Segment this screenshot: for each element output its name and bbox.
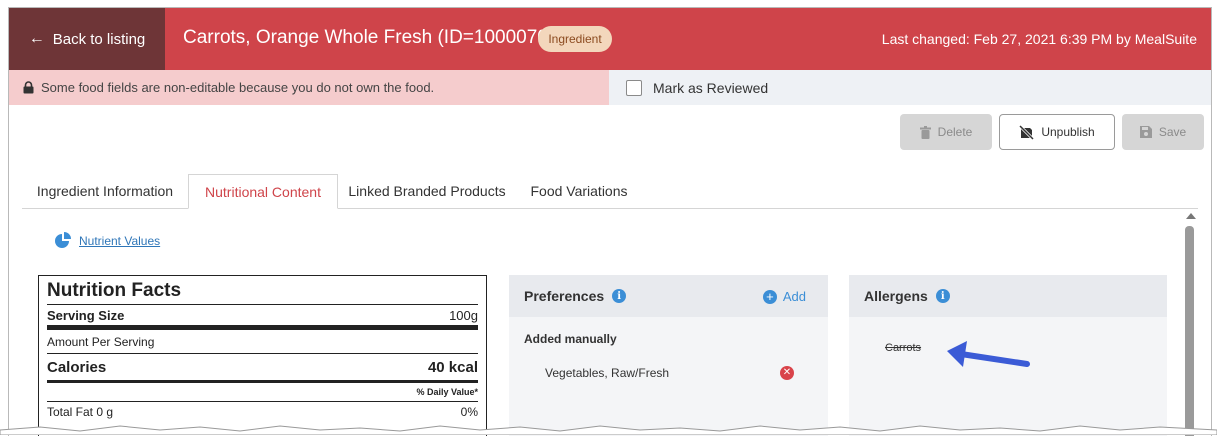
allergens-panel: Allergens i Carrots: [849, 275, 1167, 436]
food-type-badge: Ingredient: [538, 26, 612, 52]
calories-value: 40 kcal: [427, 358, 478, 376]
back-to-listing-button[interactable]: ← Back to listing: [9, 8, 165, 70]
tab-ingredient-information[interactable]: Ingredient Information: [22, 174, 188, 208]
allergens-title: Allergens: [864, 288, 928, 304]
add-preference-button[interactable]: + Add: [762, 289, 806, 304]
allergens-header: Allergens i: [849, 275, 1167, 317]
calories-label: Calories: [47, 358, 107, 376]
preferences-panel: Preferences i + Add Added manually Veget…: [509, 275, 828, 436]
info-icon[interactable]: i: [612, 289, 627, 303]
scrollbar-thumb[interactable]: [1185, 226, 1194, 436]
tab-bar: Ingredient Information Nutritional Conte…: [22, 174, 1198, 209]
nutrient-values-label: Nutrient Values: [79, 233, 161, 248]
floppy-disk-icon: [1139, 126, 1152, 138]
arrow-left-icon: ←: [28, 30, 45, 47]
food-title: Carrots, Orange Whole Fresh (ID=1000070): [183, 27, 555, 48]
total-fat-label: Total Fat 0 g: [47, 405, 114, 419]
nutrient-values-link[interactable]: Nutrient Values: [54, 232, 160, 249]
nutrition-facts-title: Nutrition Facts: [47, 280, 182, 301]
tab-linked-branded-products[interactable]: Linked Branded Products: [338, 174, 516, 208]
delete-label: Delete: [937, 125, 973, 139]
preferences-title: Preferences: [524, 288, 605, 304]
preferences-header: Preferences i + Add: [509, 275, 828, 317]
plus-circle-icon: +: [762, 289, 777, 304]
unpublish-label: Unpublish: [1041, 125, 1095, 139]
last-changed-text: Last changed: Feb 27, 2021 6:39 PM by Me…: [881, 31, 1197, 47]
lock-icon: [23, 81, 34, 94]
back-label: Back to listing: [52, 30, 146, 48]
save-button[interactable]: Save: [1122, 114, 1204, 150]
serving-size-row: Serving Size 100g: [47, 305, 478, 325]
notice-text: Some food fields are non-editable becaus…: [41, 80, 435, 95]
tab-food-variations[interactable]: Food Variations: [516, 174, 642, 208]
header-bar: ← Back to listing Carrots, Orange Whole …: [9, 8, 1211, 70]
food-editor-window: ← Back to listing Carrots, Orange Whole …: [8, 7, 1212, 436]
pie-chart-icon: [55, 232, 71, 248]
info-icon[interactable]: i: [935, 289, 950, 303]
mark-reviewed-checkbox[interactable]: [626, 79, 642, 96]
scroll-up-icon[interactable]: [1183, 211, 1199, 223]
trash-icon: [919, 125, 931, 139]
unpublish-icon: [1019, 124, 1035, 140]
total-fat-dv: 0%: [460, 405, 478, 419]
delete-button[interactable]: Delete: [900, 114, 992, 150]
save-label: Save: [1158, 125, 1187, 139]
allergen-item: Carrots: [885, 342, 922, 354]
torn-edge: [0, 425, 1217, 435]
preference-item: Vegetables, Raw/Fresh: [545, 366, 670, 380]
amount-per-serving-row: Amount Per Serving: [47, 330, 478, 353]
add-label: Add: [782, 289, 806, 304]
unpublish-button[interactable]: Unpublish: [999, 114, 1115, 150]
mark-reviewed-label: Mark as Reviewed: [653, 79, 769, 96]
x-circle-icon[interactable]: ✕: [780, 366, 794, 380]
non-editable-notice: Some food fields are non-editable becaus…: [9, 70, 609, 105]
tab-nutritional-content[interactable]: Nutritional Content: [188, 174, 338, 209]
added-manually-label: Added manually: [524, 332, 617, 346]
daily-value-label: % Daily Value*: [416, 387, 478, 397]
serving-size-value: 100g: [449, 307, 478, 323]
nutrition-facts-label: Nutrition Facts Serving Size 100g Amount…: [38, 275, 487, 436]
daily-value-row: % Daily Value*: [47, 383, 478, 401]
arrow-annotation-icon: [947, 341, 1030, 367]
amount-per-serving-label: Amount Per Serving: [47, 334, 155, 349]
serving-size-label: Serving Size: [47, 307, 125, 323]
calories-row: Calories 40 kcal: [47, 354, 478, 380]
mark-reviewed-bar: Mark as Reviewed: [609, 70, 1211, 105]
